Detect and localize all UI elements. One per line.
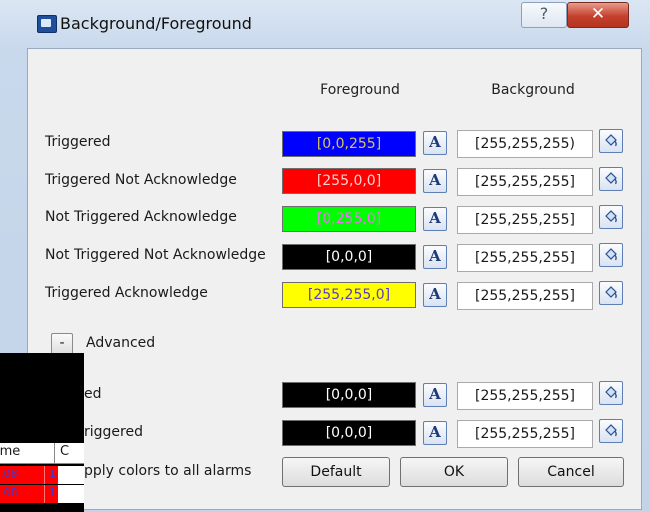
paint-bucket-icon[interactable]	[599, 419, 623, 443]
table-header: ime C	[0, 443, 84, 464]
advanced-label: Advanced	[86, 335, 156, 351]
row-label-triggered: Triggered	[45, 134, 111, 150]
font-color-icon[interactable]: A	[423, 131, 447, 155]
background-color-field[interactable]: [255,255,255]	[457, 244, 593, 272]
row-label-triggered-not-ack: Triggered Not Acknowledge	[45, 172, 237, 188]
background-color-field[interactable]: [255,255,255]	[457, 168, 593, 196]
close-button[interactable]: ✕	[567, 2, 629, 28]
help-button[interactable]: ?	[521, 2, 567, 28]
table-cell: .08	[0, 467, 18, 480]
foreground-color-field[interactable]: [0,255,0]	[282, 206, 416, 232]
dialog-title: Background/Foreground	[60, 14, 252, 33]
font-color-icon[interactable]: A	[423, 169, 447, 193]
font-color-icon[interactable]: A	[423, 421, 447, 445]
font-color-icon[interactable]: A	[423, 207, 447, 231]
background-color-field[interactable]: [255,255,255]	[457, 382, 593, 410]
foreground-color-field[interactable]: [0,0,255]	[282, 131, 416, 157]
paint-bucket-icon[interactable]	[599, 167, 623, 191]
cancel-button[interactable]: Cancel	[518, 457, 624, 487]
font-color-icon[interactable]: A	[423, 283, 447, 307]
paint-bucket-icon[interactable]	[599, 381, 623, 405]
title-bar[interactable]: Background/Foreground ? ✕	[0, 0, 650, 48]
column-header: ime	[0, 444, 21, 459]
empty-cell	[58, 485, 84, 503]
foreground-color-field[interactable]: [0,0,0]	[282, 382, 416, 408]
column-divider	[44, 485, 45, 503]
background-color-field[interactable]: [255,255,255]	[457, 206, 593, 234]
row-label-triggered-ack: Triggered Acknowledge	[45, 285, 208, 301]
table-row[interactable]: .08 1	[0, 485, 84, 503]
table-cell: 1	[49, 467, 56, 480]
font-color-icon[interactable]: A	[423, 383, 447, 407]
paint-bucket-icon[interactable]	[599, 129, 623, 153]
empty-cell	[58, 466, 84, 484]
paint-bucket-icon[interactable]	[599, 205, 623, 229]
advanced-row-label: riggered	[84, 424, 143, 440]
table-cell: .08	[0, 486, 18, 499]
column-divider	[44, 466, 45, 484]
background-window: ime C .08 1 .08 1	[0, 353, 84, 512]
default-button[interactable]: Default	[282, 457, 390, 487]
table-cell: 1	[49, 486, 56, 499]
background-color-field[interactable]: [255,255,255)	[457, 130, 593, 158]
apply-to-all-label[interactable]: pply colors to all alarms	[84, 463, 251, 479]
column-divider	[54, 443, 55, 463]
advanced-row-label: ed	[84, 386, 102, 402]
table-row[interactable]: .08 1	[0, 466, 84, 484]
paint-bucket-icon[interactable]	[599, 281, 623, 305]
foreground-color-field[interactable]: [0,0,0]	[282, 420, 416, 446]
row-label-not-triggered-not-ack: Not Triggered Not Acknowledge	[45, 247, 266, 263]
row-label-not-triggered-ack: Not Triggered Acknowledge	[45, 209, 237, 225]
foreground-header: Foreground	[320, 82, 400, 98]
foreground-color-field[interactable]: [255,255,0]	[282, 282, 416, 308]
background-color-field[interactable]: [255,255,255]	[457, 282, 593, 310]
app-icon	[37, 15, 57, 33]
ok-button[interactable]: OK	[400, 457, 508, 487]
foreground-color-field[interactable]: [0,0,0]	[282, 244, 416, 270]
foreground-color-field[interactable]: [255,0,0]	[282, 168, 416, 194]
paint-bucket-icon[interactable]	[599, 243, 623, 267]
background-header: Background	[491, 82, 575, 98]
background-color-field[interactable]: [255,255,255]	[457, 420, 593, 448]
advanced-collapse-button[interactable]: -	[51, 333, 73, 355]
font-color-icon[interactable]: A	[423, 245, 447, 269]
column-header: C	[60, 444, 70, 459]
